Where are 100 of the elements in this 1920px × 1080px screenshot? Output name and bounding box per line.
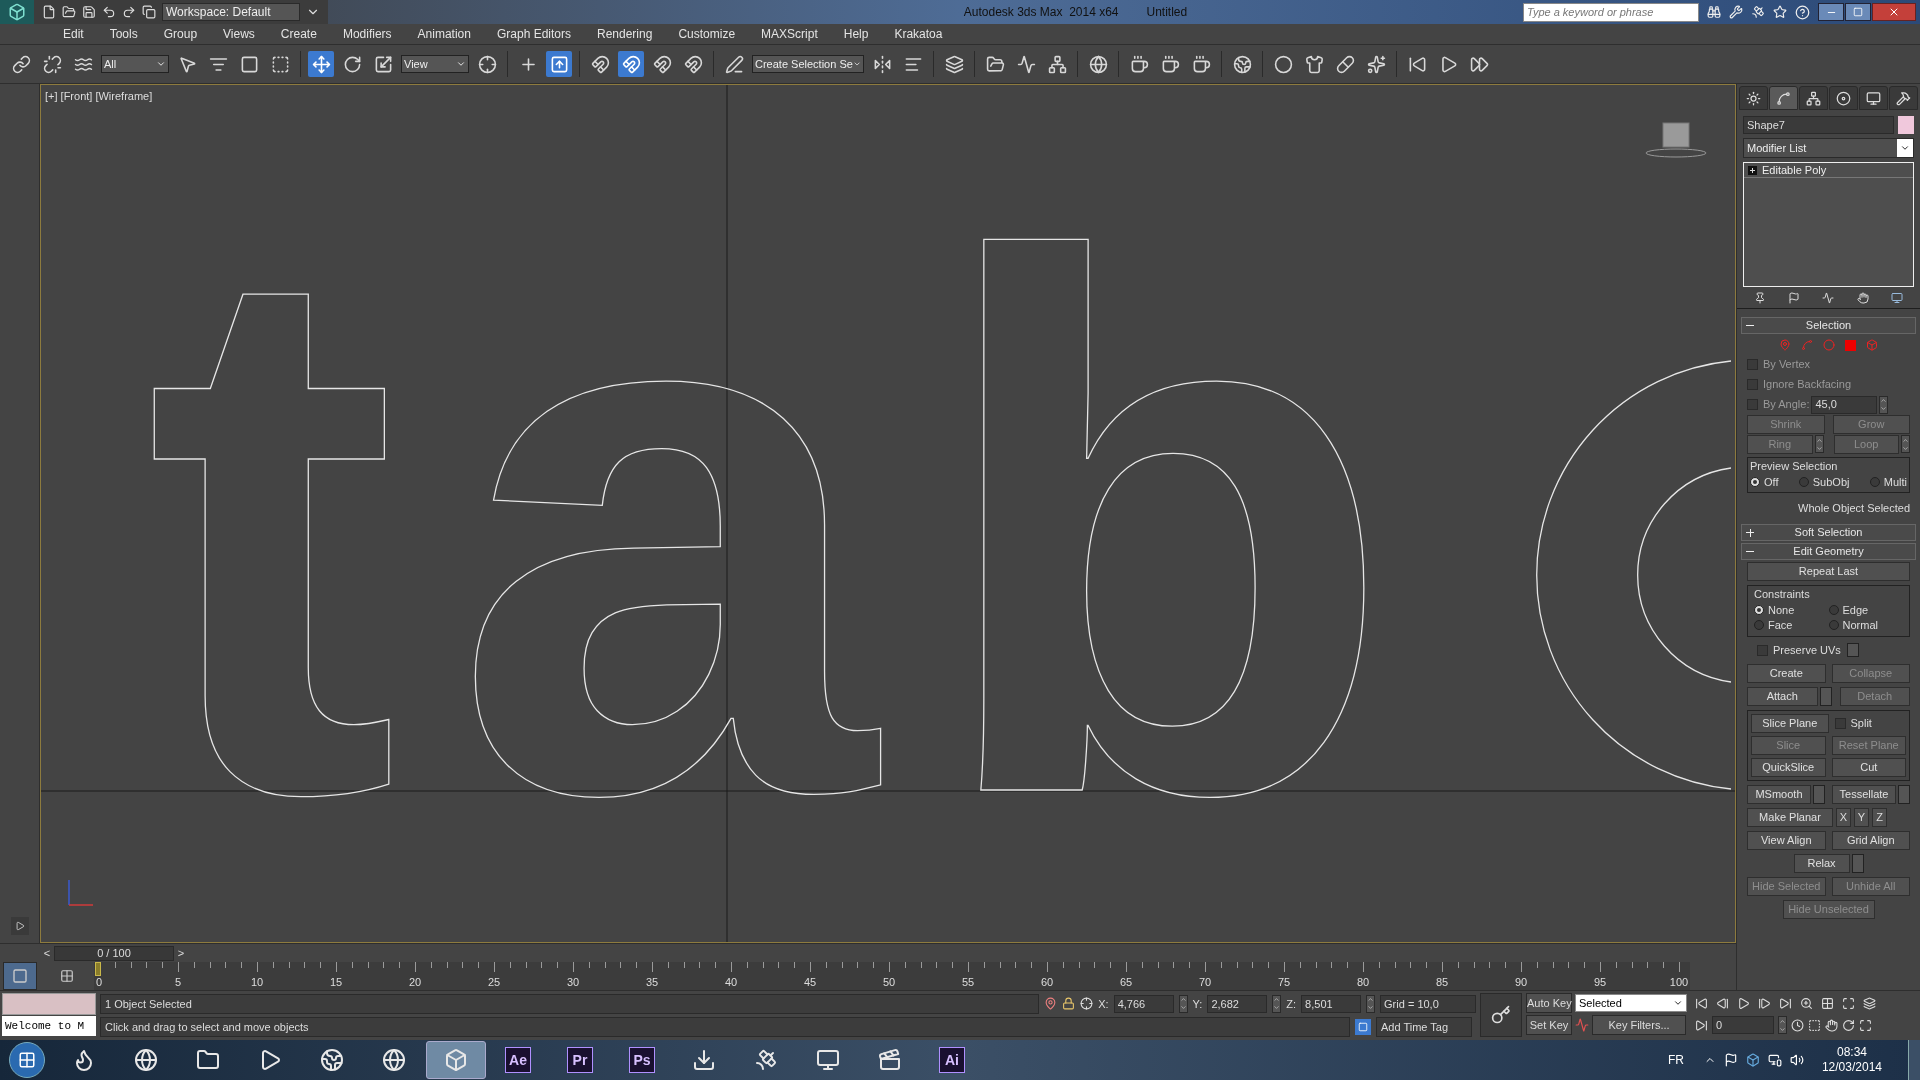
go-to-start-icon[interactable] <box>1695 996 1708 1010</box>
panel-button[interactable]: View Align <box>1747 830 1826 850</box>
object-color-swatch[interactable] <box>1898 116 1914 134</box>
radio-button[interactable] <box>1828 605 1839 615</box>
minimize-button[interactable] <box>1818 3 1844 21</box>
tab-hammer-icon[interactable] <box>1889 86 1918 110</box>
spinner-arrows-icon[interactable] <box>1366 994 1376 1013</box>
time-slider-thumb[interactable]: 0 / 100 <box>54 945 174 961</box>
toolbar-dropdown[interactable]: View <box>401 55 469 73</box>
clock-date[interactable]: 12/03/2014 <box>1821 1060 1882 1075</box>
panel-button[interactable]: Tessellate <box>1832 784 1896 804</box>
panel-button[interactable]: Cut <box>1831 757 1906 777</box>
viewport-label[interactable]: [+] [Front] [Wireframe] <box>45 88 153 105</box>
toolbar-dropdown[interactable]: Create Selection Se <box>752 55 864 73</box>
play-icon[interactable] <box>10 917 29 935</box>
time-slider-prev[interactable]: < <box>40 944 54 962</box>
tab-monitor-icon[interactable] <box>1859 86 1888 110</box>
rollout-header[interactable]: Selection <box>1741 317 1916 334</box>
radio-button[interactable] <box>1869 477 1880 487</box>
taskbar-app[interactable]: Pr <box>550 1041 610 1079</box>
zigzag-icon[interactable] <box>1822 291 1835 304</box>
orbit-icon[interactable] <box>1842 1018 1855 1032</box>
checkbox[interactable] <box>1757 644 1768 656</box>
menu-item[interactable]: Animation <box>404 25 484 43</box>
menu-item[interactable]: MAXScript <box>748 25 831 43</box>
menu-item[interactable]: Edit <box>50 25 97 43</box>
pin-icon[interactable] <box>1754 291 1767 304</box>
auto-key-button[interactable]: Auto Key <box>1526 993 1572 1013</box>
angle-field[interactable]: 45,0 <box>1811 395 1878 414</box>
listener-field[interactable] <box>2 993 96 1015</box>
search-field[interactable]: Type a keyword or phrase <box>1523 2 1699 22</box>
frame-field[interactable]: 0 <box>1712 1016 1774 1034</box>
spinner-arrows-icon[interactable] <box>1778 1016 1787 1034</box>
time-config-icon[interactable] <box>1791 1018 1804 1032</box>
folder-icon[interactable] <box>62 5 76 19</box>
satellite-icon[interactable] <box>1751 5 1765 19</box>
help-icon[interactable] <box>1795 4 1810 20</box>
redo-icon[interactable] <box>122 5 136 19</box>
modifier-list-dropdown[interactable]: Modifier List <box>1743 138 1914 158</box>
spinner-arrows-icon[interactable] <box>1272 994 1282 1013</box>
menu-item[interactable]: Views <box>210 25 268 43</box>
maximize-button[interactable] <box>1845 3 1871 21</box>
menu-item[interactable]: Graph Editors <box>483 25 584 43</box>
time-marker[interactable] <box>95 962 101 976</box>
pan-icon[interactable] <box>1825 1018 1838 1032</box>
menu-item[interactable]: Group <box>150 25 211 43</box>
flag-icon[interactable] <box>1723 1053 1738 1067</box>
z-coordinate-field[interactable]: 8,501 <box>1301 994 1362 1013</box>
viewport-layout-icon[interactable] <box>3 962 37 990</box>
network-icon[interactable] <box>1767 1053 1782 1067</box>
menu-item[interactable]: Tools <box>96 25 151 43</box>
rollout-header[interactable]: Edit Geometry <box>1741 543 1916 560</box>
tab-curve-icon[interactable] <box>1769 86 1798 110</box>
expand-icon[interactable] <box>1748 165 1757 175</box>
radio-button[interactable] <box>1754 620 1764 630</box>
spinner-arrows-icon[interactable] <box>1879 395 1889 414</box>
undo-icon[interactable] <box>102 5 116 19</box>
spinner-arrows-icon[interactable] <box>1901 435 1910 453</box>
track-bar[interactable]: 0 5 10 15 20 25 30 35 40 45 50 55 60 65 70 75 80 85 90 95 100 <box>94 962 1690 990</box>
box-icon[interactable] <box>1745 1053 1760 1067</box>
radio-button[interactable] <box>1828 620 1839 630</box>
wrench-icon[interactable] <box>1729 5 1743 19</box>
app-logo-icon[interactable] <box>0 0 34 24</box>
next-frame-icon[interactable] <box>1758 996 1771 1010</box>
viewport[interactable]: [+] [Front] [Wireframe] tab <box>40 84 1736 943</box>
region-icon[interactable] <box>1808 1018 1821 1032</box>
layers-icon[interactable] <box>1863 996 1876 1010</box>
magnet-icon[interactable] <box>618 51 644 77</box>
lock-icon[interactable] <box>1062 997 1076 1011</box>
maximize-icon[interactable] <box>1842 996 1855 1010</box>
go-to-end-icon[interactable] <box>1779 996 1792 1010</box>
key-button[interactable] <box>1480 993 1522 1037</box>
copy-icon[interactable] <box>142 5 156 19</box>
panel-button[interactable]: Create <box>1747 663 1826 683</box>
play-icon[interactable] <box>1737 996 1750 1010</box>
taskbar-app[interactable]: Ae <box>488 1041 548 1079</box>
add-time-tag-button[interactable]: Add Time Tag <box>1376 1017 1472 1038</box>
volume-icon[interactable] <box>1789 1053 1804 1067</box>
panel-button[interactable]: Attach <box>1747 686 1818 706</box>
pin-icon[interactable] <box>1044 997 1058 1011</box>
star-icon[interactable] <box>1773 5 1787 19</box>
taskbar-app[interactable]: Ps <box>612 1041 672 1079</box>
new-file-icon[interactable] <box>42 5 56 19</box>
show-desktop-button[interactable] <box>1908 1040 1920 1080</box>
checkbox[interactable] <box>1834 717 1846 729</box>
panel-button[interactable]: Slice Plane <box>1751 713 1829 733</box>
key-filters-button[interactable]: Key Filters... <box>1592 1015 1686 1035</box>
previous-frame-icon[interactable] <box>1716 996 1729 1010</box>
time-tag-icon[interactable] <box>1355 1019 1371 1036</box>
clock-time[interactable]: 08:34 <box>1836 1045 1867 1060</box>
hand-icon[interactable] <box>1856 291 1869 304</box>
time-slider-next[interactable]: > <box>174 944 188 962</box>
axis-button[interactable]: Z <box>1872 807 1887 827</box>
start-button[interactable] <box>9 1042 45 1078</box>
arrow-up-icon[interactable] <box>546 51 572 77</box>
modifier-stack[interactable]: Editable Poly <box>1743 162 1914 287</box>
taskbar-app[interactable]: Ai <box>922 1041 982 1079</box>
grid-field[interactable]: Grid = 10,0 <box>1380 994 1476 1013</box>
radio-button[interactable] <box>1754 605 1764 615</box>
panel-button[interactable]: MSmooth <box>1747 784 1811 804</box>
